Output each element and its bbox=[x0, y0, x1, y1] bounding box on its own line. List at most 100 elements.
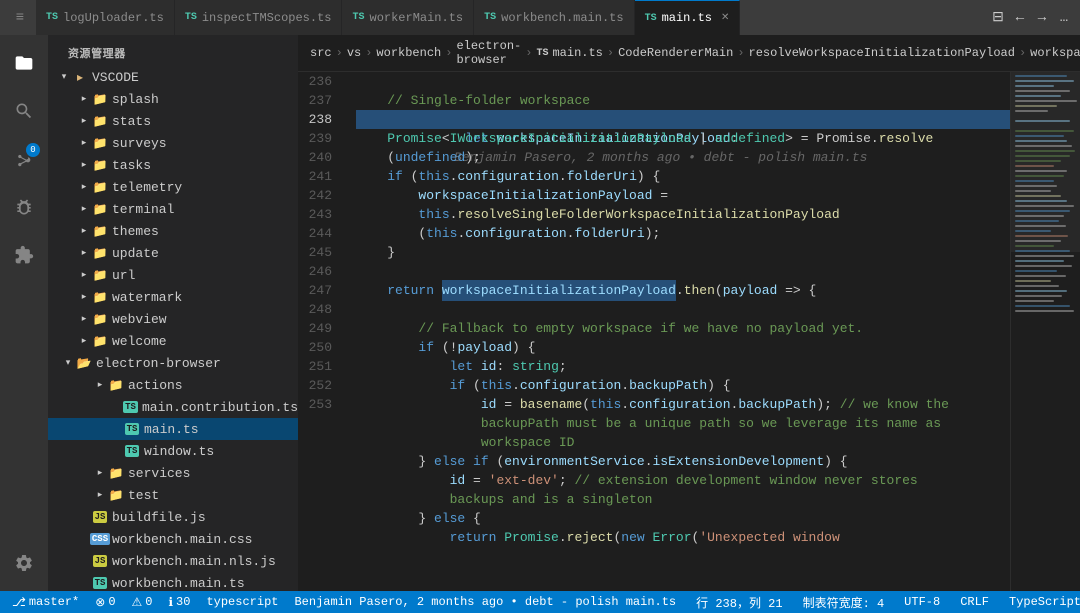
line-num-242: 242 bbox=[298, 186, 340, 205]
branch-icon: ⎇ bbox=[12, 595, 26, 610]
tree-item-test[interactable]: ▸ 📁 test bbox=[48, 484, 298, 506]
tree-item-main-contribution-ts[interactable]: TS main.contribution.ts bbox=[48, 396, 298, 418]
breadcrumb-current[interactable]: workspaceInitia... bbox=[1030, 46, 1080, 60]
forward-icon[interactable]: → bbox=[1034, 10, 1050, 26]
folder-icon: 📁 bbox=[92, 311, 108, 327]
breadcrumb-workbench[interactable]: workbench bbox=[376, 46, 441, 60]
tree-item-label: main.contribution.ts bbox=[142, 400, 298, 415]
tree-root-vscode[interactable]: ▾ ▸ VSCODE bbox=[48, 66, 298, 88]
tree-item-url[interactable]: ▸ 📁 url bbox=[48, 264, 298, 286]
code-line-237: // Single-folder workspace bbox=[356, 91, 1010, 110]
tree-item-surveys[interactable]: ▸ 📁 surveys bbox=[48, 132, 298, 154]
line-col-item[interactable]: 行 238，列 21 bbox=[692, 594, 786, 611]
ts-file-icon: TS bbox=[46, 12, 58, 23]
expand-icon: ▸ bbox=[76, 223, 92, 239]
tab-close-icon[interactable]: ✕ bbox=[721, 12, 729, 24]
breadcrumb-src[interactable]: src bbox=[310, 46, 332, 60]
tree-item-terminal[interactable]: ▸ 📁 terminal bbox=[48, 198, 298, 220]
tree-item-electron-browser[interactable]: ▾ 📂 electron-browser bbox=[48, 352, 298, 374]
tab-size-item[interactable]: 制表符宽度: 4 bbox=[799, 594, 889, 611]
debug-icon[interactable] bbox=[4, 187, 44, 227]
line-num-240: 240 bbox=[298, 148, 340, 167]
tree-item-workbench-nls-js[interactable]: JS workbench.main.nls.js bbox=[48, 550, 298, 572]
tree-item-main-ts[interactable]: TS main.ts bbox=[48, 418, 298, 440]
back-icon[interactable]: ← bbox=[1012, 10, 1028, 26]
typescript-version-item[interactable]: typescript bbox=[202, 595, 282, 609]
git-branch-item[interactable]: ⎇ master* bbox=[8, 595, 83, 610]
git-blame-item[interactable]: Benjamin Pasero, 2 months ago • debt - p… bbox=[290, 595, 680, 609]
tree-item-stats[interactable]: ▸ 📁 stats bbox=[48, 110, 298, 132]
more-actions-icon[interactable]: … bbox=[1056, 10, 1072, 26]
tab-workbenchMain[interactable]: TS workbench.main.ts bbox=[474, 0, 634, 35]
tree-item-window-ts[interactable]: TS window.ts bbox=[48, 440, 298, 462]
expand-icon: ▸ bbox=[92, 487, 108, 503]
tree-item-splash[interactable]: ▸ 📁 splash bbox=[48, 88, 298, 110]
ts-file-icon: TS bbox=[484, 12, 496, 23]
breadcrumb-electron-browser[interactable]: electron-browser bbox=[456, 39, 521, 67]
tree-item-workbench-main-ts[interactable]: TS workbench.main.ts bbox=[48, 572, 298, 591]
tree-item-label: services bbox=[128, 466, 190, 481]
error-item[interactable]: ⊗ 0 bbox=[91, 595, 119, 610]
tree-item-label: workbench.main.nls.js bbox=[112, 554, 276, 569]
tree-item-webview[interactable]: ▸ 📁 webview bbox=[48, 308, 298, 330]
tree-item-update[interactable]: ▸ 📁 update bbox=[48, 242, 298, 264]
info-count: 30 bbox=[176, 595, 190, 609]
line-num-238: 238 bbox=[298, 110, 340, 129]
split-editor-icon[interactable]: ⊟ bbox=[990, 10, 1006, 26]
tree-item-label: surveys bbox=[112, 136, 167, 151]
extensions-icon[interactable] bbox=[4, 235, 44, 275]
breadcrumb-method[interactable]: resolveWorkspaceInitializationPayload bbox=[749, 46, 1015, 60]
tree-item-buildfile-js[interactable]: JS buildfile.js bbox=[48, 506, 298, 528]
explorer-icon[interactable] bbox=[4, 43, 44, 83]
sidebar-content[interactable]: ▾ ▸ VSCODE ▸ 📁 splash ▸ 📁 stats ▸ 📁 surv… bbox=[48, 66, 298, 591]
minimap[interactable] bbox=[1010, 72, 1080, 591]
tab-mainTs[interactable]: TS main.ts ✕ bbox=[635, 0, 741, 35]
tree-item-services[interactable]: ▸ 📁 services bbox=[48, 462, 298, 484]
folder-icon: 📁 bbox=[92, 179, 108, 195]
line-num-241: 241 bbox=[298, 167, 340, 186]
info-item[interactable]: ℹ 30 bbox=[164, 595, 194, 610]
line-num-251: 251 bbox=[298, 357, 340, 376]
tree-item-actions[interactable]: ▸ 📁 actions bbox=[48, 374, 298, 396]
status-bar: ⎇ master* ⊗ 0 ⚠ 0 ℹ 30 typescript Benjam… bbox=[0, 591, 1080, 613]
line-numbers: 236 237 238 239 240 241 242 243 244 245 … bbox=[298, 72, 348, 591]
encoding-item[interactable]: UTF-8 bbox=[900, 595, 944, 609]
code-line-250: if (this.configuration.backupPath) { bbox=[356, 376, 1010, 395]
breadcrumb-file[interactable]: main.ts bbox=[552, 46, 602, 60]
line-ending-item[interactable]: CRLF bbox=[956, 595, 993, 609]
settings-icon[interactable] bbox=[4, 543, 44, 583]
tab-logUploader[interactable]: TS logUploader.ts bbox=[36, 0, 175, 35]
expand-icon: ▸ bbox=[76, 289, 92, 305]
code-content[interactable]: // Single-folder workspace let workspace… bbox=[348, 72, 1010, 591]
code-line-245: return workspaceInitializationPayload.th… bbox=[356, 281, 1010, 300]
code-line-242: (this.configuration.folderUri); bbox=[356, 224, 1010, 243]
breadcrumb-vs[interactable]: vs bbox=[347, 46, 361, 60]
code-editor[interactable]: 236 237 238 239 240 241 242 243 244 245 … bbox=[298, 72, 1080, 591]
line-num-239: 239 bbox=[298, 129, 340, 148]
tab-label: workerMain.ts bbox=[370, 11, 464, 25]
tree-item-label: buildfile.js bbox=[112, 510, 206, 525]
tree-item-watermark[interactable]: ▸ 📁 watermark bbox=[48, 286, 298, 308]
tree-item-telemetry[interactable]: ▸ 📁 telemetry bbox=[48, 176, 298, 198]
line-col-label: 行 238，列 21 bbox=[696, 594, 782, 611]
tab-workerMain[interactable]: TS workerMain.ts bbox=[342, 0, 474, 35]
source-control-icon[interactable]: 0 bbox=[4, 139, 44, 179]
tree-item-tasks[interactable]: ▸ 📁 tasks bbox=[48, 154, 298, 176]
language-item[interactable]: TypeScript bbox=[1005, 595, 1080, 609]
app-menu-icon[interactable]: ≡ bbox=[8, 6, 32, 30]
breadcrumb-class[interactable]: CodeRendererMain bbox=[618, 46, 733, 60]
code-line-239: if (this.configuration.folderUri) { bbox=[356, 167, 1010, 186]
js-file-icon: JS bbox=[92, 553, 108, 569]
expand-icon: ▸ bbox=[76, 91, 92, 107]
tree-item-welcome[interactable]: ▸ 📁 welcome bbox=[48, 330, 298, 352]
tab-inspectTMScopes[interactable]: TS inspectTMScopes.ts bbox=[175, 0, 343, 35]
warning-item[interactable]: ⚠ 0 bbox=[128, 595, 157, 610]
expand-icon: ▸ bbox=[76, 267, 92, 283]
search-icon[interactable] bbox=[4, 91, 44, 131]
line-num-237: 237 bbox=[298, 91, 340, 110]
sidebar-title: 资源管理器 bbox=[48, 35, 298, 66]
tree-item-workbench-main-css[interactable]: CSS workbench.main.css bbox=[48, 528, 298, 550]
folder-icon: 📁 bbox=[92, 333, 108, 349]
code-line-241: this.resolveSingleFolderWorkspaceInitial… bbox=[356, 205, 1010, 224]
tree-item-themes[interactable]: ▸ 📁 themes bbox=[48, 220, 298, 242]
